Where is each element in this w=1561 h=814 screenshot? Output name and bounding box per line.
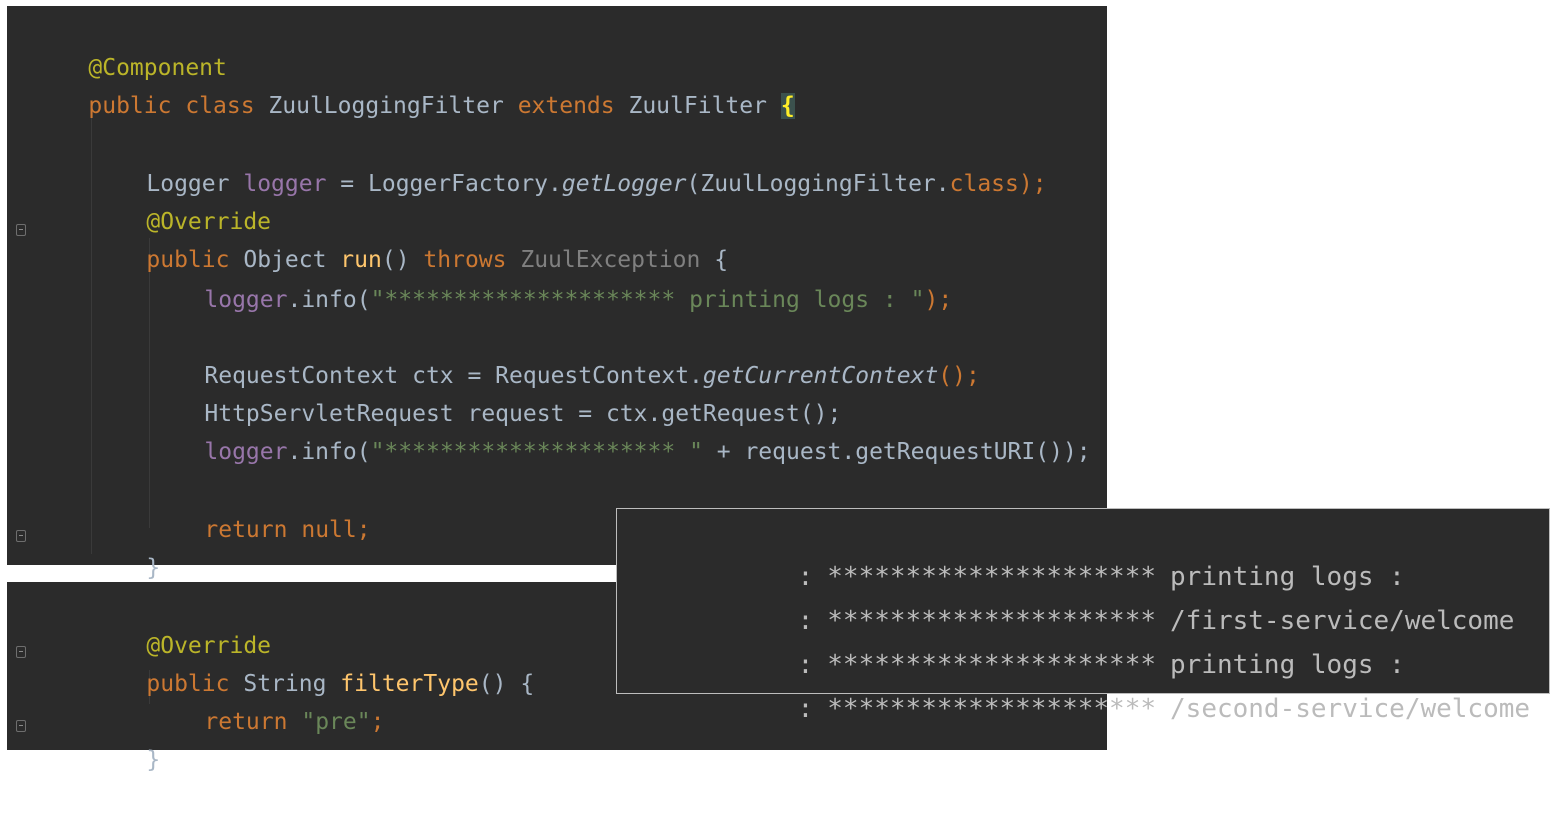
parens-token: () (478, 671, 507, 697)
field-token: logger (204, 287, 288, 313)
brace-token: } (146, 555, 161, 581)
console-line: : ********************* /second-service/we… (735, 643, 1544, 724)
code-line: public Object run() throws ZuulException… (91, 206, 728, 273)
console-line: : *********************/first-service/wel… (735, 555, 1528, 636)
keyword-token: null; (301, 517, 371, 543)
code-line: Logger logger = LoggerFactory.getLogger(… (91, 130, 1046, 197)
parent-class-name: ZuulFilter (628, 93, 767, 119)
punctuation-token: ; (370, 709, 385, 735)
keyword-token: class (949, 171, 1019, 197)
string-literal: "********************* printing logs : " (370, 287, 925, 313)
console-line: : ********************* printing logs : (735, 599, 1419, 680)
code-line: @Override (91, 168, 271, 235)
code-line: return "pre"; (149, 668, 384, 735)
code-line: @Override (91, 592, 271, 659)
code-line: RequestContext ctx = RequestContext.getC… (149, 322, 979, 389)
brace-token: { (520, 671, 535, 697)
keyword-token: return (204, 517, 288, 543)
log-stars: ********************* (827, 694, 1157, 724)
string-literal: "********************* " (370, 439, 703, 465)
keyword-token: public class (88, 93, 255, 119)
class-name: ZuulLoggingFilter (268, 93, 504, 119)
code-line: public String filterType() { (91, 630, 534, 697)
static-method-token: getLogger (561, 171, 687, 197)
fold-icon[interactable] (16, 646, 26, 658)
keyword-token: return (204, 709, 288, 735)
fold-icon[interactable] (16, 720, 26, 732)
brace-token: } (146, 747, 161, 773)
punctuation-token: ); (924, 287, 953, 313)
fold-icon[interactable] (16, 530, 26, 542)
log-separator: : (797, 694, 814, 724)
code-line: return null; (149, 476, 370, 543)
log-message: /second-service/welcome (1170, 694, 1531, 724)
code-line: @Component (33, 14, 226, 81)
operator-token: = (340, 171, 355, 197)
console-output[interactable]: : ********************* printing logs : : *… (616, 508, 1550, 724)
argument-token: (ZuulLoggingFilter. (686, 171, 950, 197)
code-editor-top[interactable]: @Component public class ZuulLoggingFilte… (7, 6, 1107, 581)
code-line: logger.info("********************* print… (149, 246, 952, 313)
code-line: HttpServletRequest request = ctx.getRequ… (149, 360, 841, 427)
code-line: public class ZuulLoggingFilter extends Z… (33, 52, 795, 119)
console-line: : ********************* printing logs : (735, 511, 1419, 592)
expression-token: + request.getRequestURI()); (702, 439, 1091, 465)
code-line: } (91, 514, 160, 581)
field-token: logger (204, 439, 288, 465)
method-call: .info( (287, 287, 371, 313)
brace-highlight: { (780, 93, 795, 119)
code-line: logger.info("********************* " + r… (149, 398, 1090, 465)
punctuation-token: ); (1018, 171, 1047, 197)
keyword-token: extends (517, 93, 615, 119)
punctuation-token: (); (938, 363, 980, 389)
method-call: .info( (287, 439, 371, 465)
fold-icon[interactable] (16, 224, 26, 236)
class-ref: LoggerFactory. (368, 171, 562, 197)
string-literal: "pre" (301, 709, 371, 735)
code-line: } (91, 706, 160, 773)
